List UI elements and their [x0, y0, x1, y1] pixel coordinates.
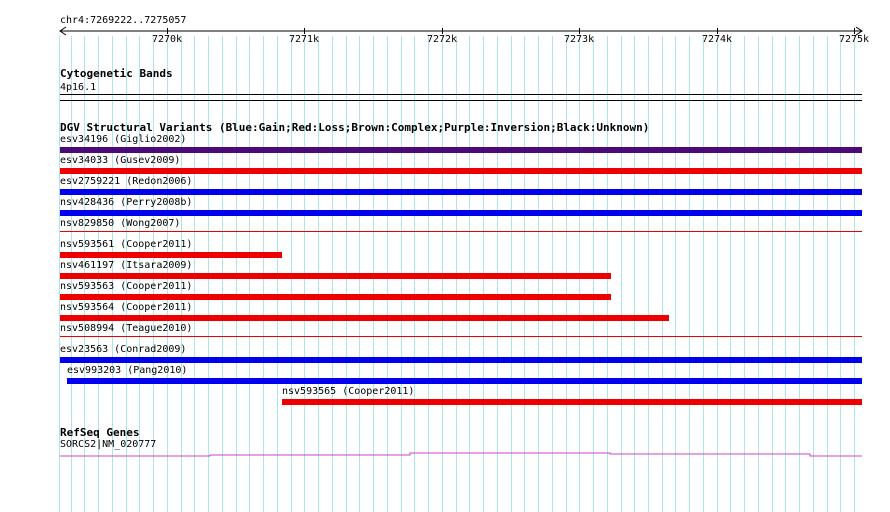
variant-label[interactable]: nsv508994 (Teague2010) [60, 323, 192, 335]
variant-bar[interactable] [60, 210, 862, 216]
variant-label[interactable]: nsv829850 (Wong2007) [60, 218, 180, 230]
ruler-tick-label: 7270k [151, 34, 183, 45]
variant-label[interactable]: nsv593565 (Cooper2011) [282, 386, 414, 398]
ruler-tick-label: 7273k [563, 34, 595, 45]
variant-bar[interactable] [60, 294, 611, 300]
cytoband-track-title: Cytogenetic Bands [60, 67, 173, 80]
variant-label[interactable]: esv34196 (Giglio2002) [60, 134, 186, 146]
variant-bar[interactable] [60, 315, 669, 321]
variant-bar[interactable] [67, 378, 862, 384]
variant-label[interactable]: esv23563 (Conrad2009) [60, 344, 186, 356]
variant-bar[interactable] [60, 273, 611, 279]
dgv-track-title: DGV Structural Variants (Blue:Gain;Red:L… [60, 121, 650, 134]
variant-bar[interactable] [60, 252, 282, 258]
cytoband-band-top [60, 94, 862, 95]
variant-label[interactable]: nsv593561 (Cooper2011) [60, 239, 192, 251]
cytoband-label: 4p16.1 [60, 82, 97, 93]
variant-bar[interactable] [60, 357, 862, 363]
variant-label[interactable]: esv993203 (Pang2010) [67, 365, 187, 377]
variant-bar[interactable] [60, 147, 862, 153]
ruler-tick-label: 7274k [701, 34, 733, 45]
gene-line[interactable] [0, 448, 890, 460]
variant-label[interactable]: nsv461197 (Itsara2009) [60, 260, 192, 272]
cytoband-band-bottom [60, 100, 862, 101]
ruler-tick-label: 7272k [426, 34, 458, 45]
ruler-tick-label: 7271k [288, 34, 320, 45]
variant-bar[interactable] [282, 399, 862, 405]
variant-bar[interactable] [60, 189, 862, 195]
variant-label[interactable]: esv2759221 (Redon2006) [60, 176, 192, 188]
variant-label[interactable]: nsv593564 (Cooper2011) [60, 302, 192, 314]
ruler-tick-label: 7275k [838, 34, 870, 45]
variant-bar[interactable] [60, 231, 862, 232]
variant-bar[interactable] [60, 168, 862, 174]
variant-label[interactable]: nsv428436 (Perry2008b) [60, 197, 192, 209]
refseq-track-title: RefSeq Genes [60, 426, 140, 439]
variant-label[interactable]: nsv593563 (Cooper2011) [60, 281, 192, 293]
variant-bar[interactable] [60, 336, 862, 337]
variant-label[interactable]: esv34033 (Gusev2009) [60, 155, 180, 167]
